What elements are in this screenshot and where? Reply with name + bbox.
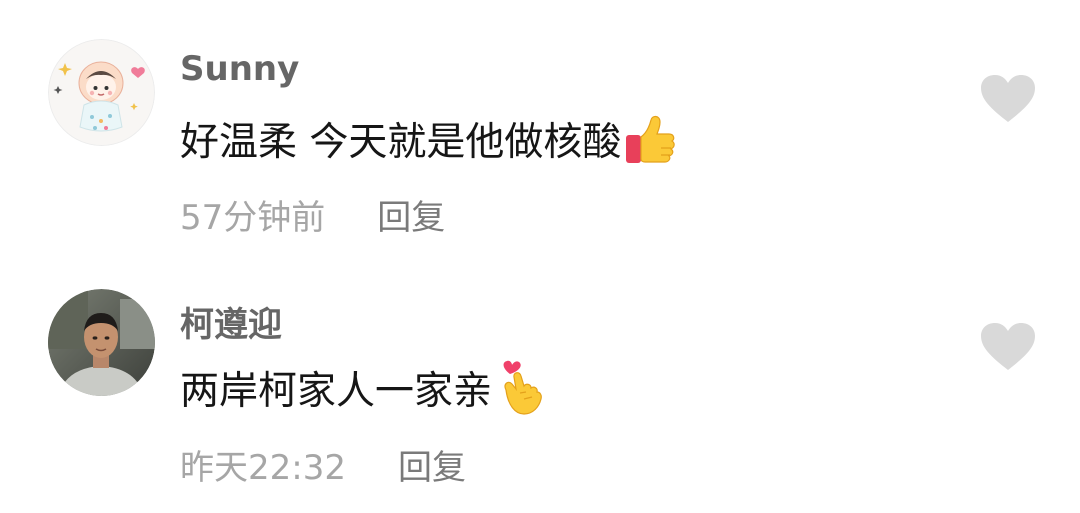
comment-meta: 昨天22:32 回复	[180, 440, 466, 489]
avatar[interactable]	[48, 39, 155, 146]
comment-meta: 57分钟前 回复	[180, 190, 445, 239]
finger-heart-icon	[496, 360, 548, 416]
thumbs-up-icon	[625, 111, 677, 167]
comment-text: 好温柔 今天就是他做核酸	[180, 111, 677, 167]
comment-text-content: 好温柔 今天就是他做核酸	[180, 120, 622, 165]
timestamp: 57分钟前	[180, 198, 326, 238]
comment-text: 两岸柯家人一家亲	[180, 360, 548, 416]
comment-item: 柯遵迎 两岸柯家人一家亲 昨天22:32 回复	[0, 255, 1080, 505]
heart-icon[interactable]	[980, 74, 1036, 124]
reply-button[interactable]: 回复	[398, 440, 466, 489]
comment-item: Sunny 好温柔 今天就是他做核酸 57分钟前 回复	[0, 0, 1080, 250]
username[interactable]: 柯遵迎	[180, 297, 282, 346]
heart-icon[interactable]	[980, 322, 1036, 372]
comment-text-content: 两岸柯家人一家亲	[180, 369, 493, 414]
avatar[interactable]	[48, 289, 155, 396]
timestamp: 昨天22:32	[180, 448, 346, 488]
username[interactable]: Sunny	[180, 49, 299, 89]
reply-button[interactable]: 回复	[377, 190, 445, 239]
